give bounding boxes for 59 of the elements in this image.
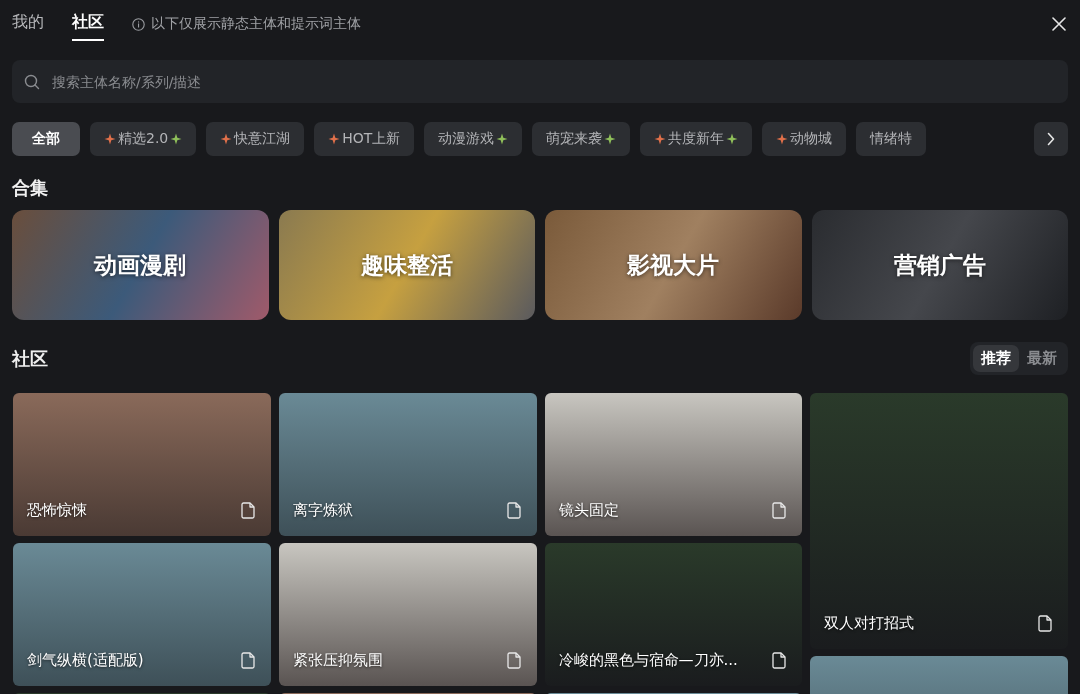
card-title: 紧张压抑氛围 xyxy=(292,651,383,670)
collection-title: 趣味整活 xyxy=(360,250,453,280)
collection-title: 动画漫剧 xyxy=(94,250,187,280)
filter-chip[interactable]: 快意江湖 xyxy=(206,122,305,156)
notice-text: 以下仅展示静态主体和提示词主体 xyxy=(151,15,361,33)
card-title: 离字炼狱 xyxy=(292,501,353,520)
sparkle-icon xyxy=(104,133,116,145)
document-icon xyxy=(506,502,521,519)
filter-chip[interactable]: 情绪特 xyxy=(856,122,927,156)
close-button[interactable] xyxy=(1050,15,1068,33)
template-card[interactable]: 镜头固定 xyxy=(544,393,803,536)
sparkle-icon xyxy=(496,133,509,145)
sparkle-icon xyxy=(726,133,739,145)
sort-tab[interactable]: 最新 xyxy=(1019,345,1065,372)
template-card[interactable]: 离字炼狱 xyxy=(278,393,537,536)
template-card[interactable]: 冷峻的黑色与宿命—刀亦... xyxy=(544,543,803,686)
card-title: 恐怖惊悚 xyxy=(27,501,87,520)
document-icon xyxy=(240,652,255,669)
template-card[interactable]: 恐怖惊悚 xyxy=(13,393,271,536)
collection-title: 影视大片 xyxy=(627,250,720,280)
document-icon xyxy=(506,652,521,669)
collection-title: 营销广告 xyxy=(893,250,986,280)
tab[interactable]: 我的 xyxy=(12,7,44,41)
filter-chip[interactable]: 萌宠来袭 xyxy=(532,122,631,156)
section-title: 合集 xyxy=(12,176,49,200)
template-card[interactable]: 紧张压抑氛围 xyxy=(278,543,537,686)
sparkle-icon xyxy=(654,133,667,145)
tab[interactable]: 社区 xyxy=(72,7,104,41)
section-title: 社区 xyxy=(12,346,48,371)
collection-card[interactable]: 影视大片 xyxy=(545,210,802,320)
filter-chip[interactable]: 精选2.0 xyxy=(90,122,197,156)
filter-chip[interactable]: 动物城 xyxy=(762,122,847,156)
sparkle-icon xyxy=(170,133,183,145)
collection-card[interactable]: 动画漫剧 xyxy=(12,210,269,320)
info-icon xyxy=(132,17,145,31)
collection-card[interactable]: 营销广告 xyxy=(811,210,1068,320)
filter-chip[interactable]: 动漫游戏 xyxy=(424,122,523,156)
card-title: 双人对打招式 xyxy=(824,614,915,633)
card-title: 剑气纵横(适配版) xyxy=(27,651,144,670)
filter-chip[interactable]: HOT上新 xyxy=(314,122,415,156)
search-field[interactable]: 搜索主体名称/系列/描述 xyxy=(12,60,1068,103)
filter-chip[interactable]: 共度新年 xyxy=(640,122,753,156)
document-icon xyxy=(1038,615,1052,632)
sparkle-icon xyxy=(776,133,789,145)
filter-chip[interactable]: 全部 xyxy=(12,122,80,156)
next-button[interactable] xyxy=(1034,122,1068,156)
sort-tab[interactable]: 推荐 xyxy=(973,345,1019,372)
sparkle-icon xyxy=(604,133,617,145)
card-title: 镜头固定 xyxy=(558,501,619,520)
document-icon xyxy=(772,652,787,669)
template-card[interactable]: 双人对打招式 xyxy=(810,393,1068,649)
card-title: 冷峻的黑色与宿命—刀亦... xyxy=(558,651,738,670)
chevron-right-icon xyxy=(1047,132,1055,146)
sparkle-icon xyxy=(328,133,341,145)
sparkle-icon xyxy=(220,133,233,145)
document-icon xyxy=(240,502,255,519)
close-icon xyxy=(1052,17,1066,31)
template-card[interactable]: 剑气纵横(适配版) xyxy=(13,543,271,686)
document-icon xyxy=(772,502,787,519)
